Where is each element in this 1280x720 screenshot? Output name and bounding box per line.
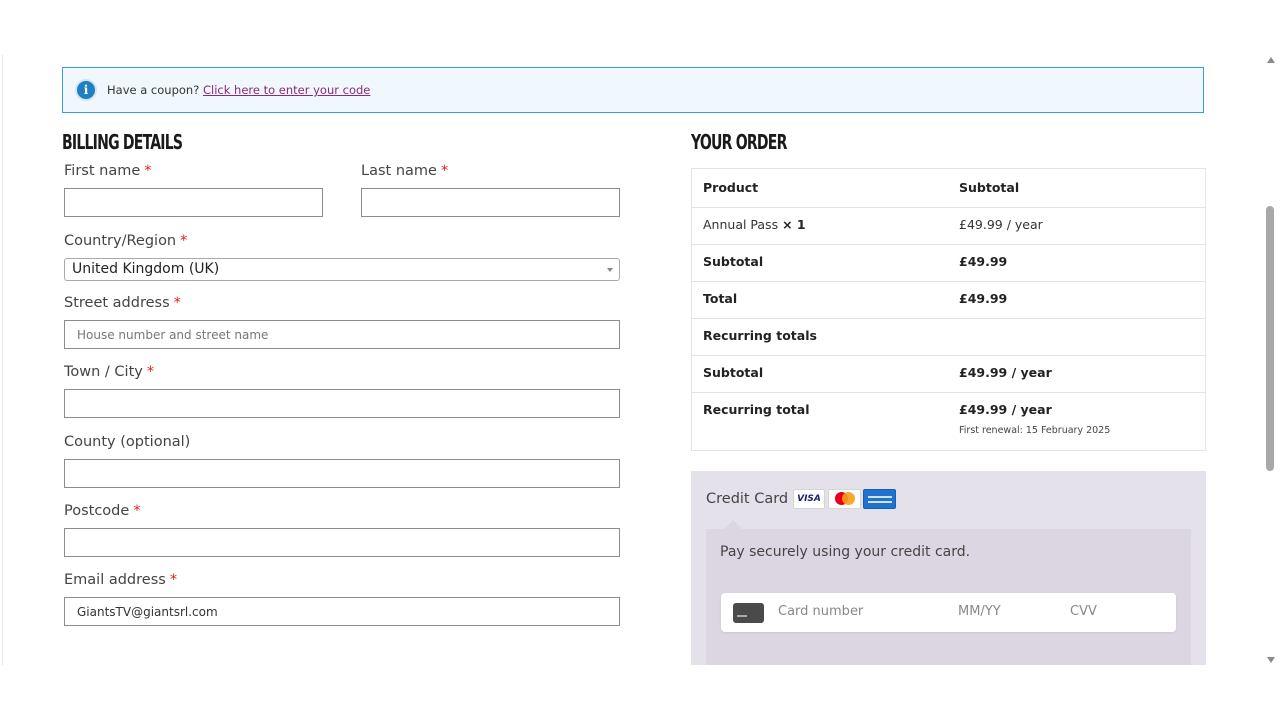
order-summary-table: Product Subtotal Annual Pass × 1 £49.99 … bbox=[691, 168, 1206, 451]
county-label: County (optional) bbox=[64, 434, 191, 450]
required-marker: * bbox=[144, 163, 152, 179]
payment-method-panel: Credit Card VISA Pay securely using your… bbox=[691, 471, 1206, 665]
credit-card-icon bbox=[733, 603, 764, 623]
country-select[interactable]: United Kingdom (UK) bbox=[64, 258, 620, 281]
table-row: Subtotal £49.99 / year bbox=[692, 355, 1205, 393]
table-row: Subtotal £49.99 bbox=[692, 244, 1205, 282]
top-blank-area bbox=[0, 0, 1280, 55]
order-heading: YOUR ORDER bbox=[691, 130, 787, 154]
required-marker: * bbox=[133, 503, 141, 519]
country-select-value: United Kingdom (UK) bbox=[72, 261, 220, 277]
vertical-scrollbar[interactable] bbox=[1262, 55, 1280, 665]
product-name: Annual Pass × 1 bbox=[703, 217, 806, 232]
required-marker: * bbox=[180, 233, 188, 249]
card-details-input[interactable]: Card number MM/YY CVV bbox=[721, 593, 1176, 632]
recurring-total-value: £49.99 / year bbox=[959, 402, 1052, 417]
street-address-label: Street address * bbox=[64, 295, 181, 311]
subtotal-value: £49.99 bbox=[959, 254, 1008, 269]
county-field[interactable] bbox=[64, 459, 620, 488]
payment-box: Pay securely using your credit card. Car… bbox=[706, 520, 1191, 665]
email-field[interactable] bbox=[64, 597, 620, 626]
info-icon: i bbox=[77, 81, 95, 99]
scrollbar-thumb[interactable] bbox=[1266, 206, 1274, 471]
billing-heading: BILLING DETAILS bbox=[62, 130, 183, 154]
cvv-input[interactable]: CVV bbox=[1070, 604, 1097, 619]
postcode-label: Postcode * bbox=[64, 503, 141, 519]
required-marker: * bbox=[173, 295, 181, 311]
total-value: £49.99 bbox=[959, 291, 1008, 306]
recurring-total-label: Recurring total bbox=[703, 402, 810, 417]
country-label: Country/Region * bbox=[64, 233, 188, 249]
left-border bbox=[2, 55, 3, 665]
town-city-label: Town / City * bbox=[64, 364, 155, 380]
table-row: Total £49.99 bbox=[692, 281, 1205, 319]
table-row: Recurring totals bbox=[692, 318, 1205, 356]
recurring-subtotal-value: £49.99 / year bbox=[959, 365, 1052, 380]
required-marker: * bbox=[440, 163, 449, 179]
last-name-field[interactable] bbox=[361, 188, 620, 217]
coupon-notice: i Have a coupon? Click here to enter you… bbox=[62, 67, 1204, 113]
visa-logo-icon: VISA bbox=[793, 489, 825, 509]
dropdown-arrow-icon bbox=[607, 268, 613, 272]
bottom-blank-area bbox=[0, 665, 1280, 720]
total-label: Total bbox=[703, 291, 738, 306]
subtotal-column-header: Subtotal bbox=[959, 180, 1020, 195]
postcode-field[interactable] bbox=[64, 528, 620, 557]
product-quantity: × 1 bbox=[782, 217, 806, 232]
table-row: Annual Pass × 1 £49.99 / year bbox=[692, 207, 1205, 245]
required-marker: * bbox=[169, 572, 178, 588]
last-name-label: Last name * bbox=[361, 163, 449, 179]
card-number-input[interactable]: Card number bbox=[778, 604, 863, 619]
subtotal-label: Subtotal bbox=[703, 254, 764, 269]
first-name-field[interactable] bbox=[64, 188, 323, 217]
email-label: Email address * bbox=[64, 572, 178, 588]
credit-card-method-label[interactable]: Credit Card bbox=[706, 491, 788, 507]
scroll-down-arrow-icon[interactable] bbox=[1267, 657, 1275, 663]
product-price: £49.99 / year bbox=[959, 217, 1043, 232]
product-column-header: Product bbox=[703, 180, 759, 195]
mastercard-logo-icon bbox=[828, 489, 861, 509]
coupon-text: Have a coupon? Click here to enter your … bbox=[107, 83, 370, 97]
required-marker: * bbox=[146, 364, 155, 380]
first-renewal-note: First renewal: 15 February 2025 bbox=[959, 425, 1111, 436]
expiry-input[interactable]: MM/YY bbox=[958, 604, 1001, 619]
coupon-link[interactable]: Click here to enter your code bbox=[203, 83, 370, 97]
payment-description: Pay securely using your credit card. bbox=[720, 544, 971, 560]
street-address-field[interactable] bbox=[64, 320, 620, 349]
scroll-up-arrow-icon[interactable] bbox=[1267, 57, 1275, 63]
amex-logo-icon bbox=[863, 489, 896, 509]
coupon-prompt: Have a coupon? bbox=[107, 83, 200, 97]
table-header-row: Product Subtotal bbox=[692, 169, 1205, 207]
recurring-totals-heading: Recurring totals bbox=[703, 328, 817, 343]
table-row: Recurring total £49.99 / year First rene… bbox=[692, 392, 1205, 451]
first-name-label: First name * bbox=[64, 163, 152, 179]
town-city-field[interactable] bbox=[64, 389, 620, 418]
recurring-subtotal-label: Subtotal bbox=[703, 365, 764, 380]
